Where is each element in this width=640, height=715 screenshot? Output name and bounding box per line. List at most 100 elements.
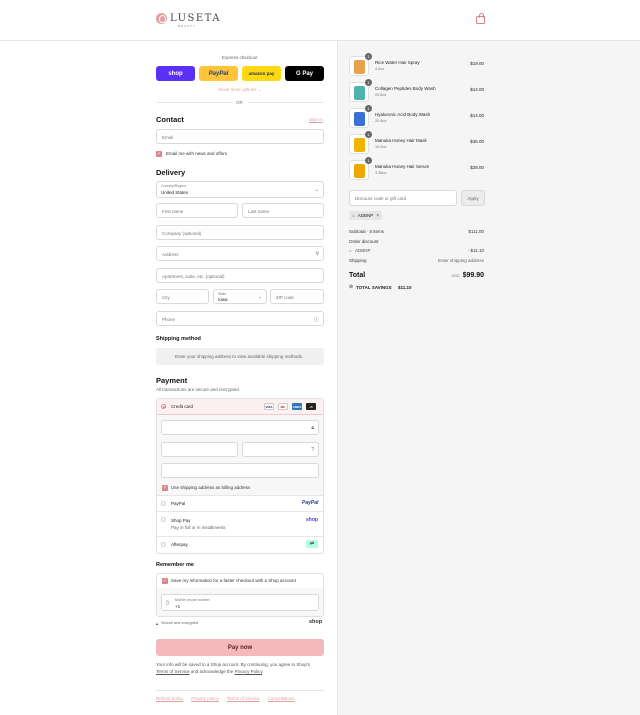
privacy-policy-footer-link[interactable]: Privacy policy [191,696,219,701]
tag-icon: ⌂ [352,213,355,218]
express-checkout-label: Express checkout [222,55,258,60]
address-placeholder: Address [162,252,179,257]
help-icon[interactable]: ? [311,447,314,453]
shop-pay-logo: shop [306,517,318,523]
shipping-method-notice: Enter your shipping address to view avai… [156,348,324,365]
afterpay-icon: ⇄ [306,540,318,548]
sign-in-link[interactable]: Sign in [309,117,323,122]
brand-logo[interactable]: LUSETA BEAUTY [156,12,222,28]
product-variant: 20.8oz [375,119,387,123]
quantity-badge: 1 [365,157,372,164]
cancellations-link[interactable]: Cancellations [268,696,295,701]
product-price: $28.00 [470,165,484,170]
remember-me-heading: Remember me [156,562,194,568]
expiration-field[interactable] [161,442,238,457]
address-field[interactable]: Address ⚲ [156,246,324,261]
mobile-phone-field[interactable]: ▯ Mobile phone number +1 [161,594,319,611]
product-image [354,60,365,74]
brand-sub: BEAUTY [178,24,197,28]
mastercard-icon: MC [278,403,288,410]
quantity-badge: 1 [365,131,372,138]
name-on-card-field[interactable] [161,463,319,478]
terms-end: . [262,669,264,674]
apply-button[interactable]: Apply [461,190,485,206]
apply-button-label: Apply [467,195,479,201]
subtotal-label: Subtotal · 5 items [349,229,385,234]
product-variant: 20.8oz [375,93,387,97]
product-name: Rice Water Hair Spray [375,60,420,65]
terms-line: Your info will be saved to a Shop accoun… [156,662,311,667]
news-checkbox-label: Email me with news and offers [166,151,227,156]
footer-divider [156,690,324,691]
billing-checkbox-label: Use shipping address as billing address [171,485,251,490]
first-name-field[interactable]: First name [156,203,238,218]
secure-label: Secure and encrypted [161,621,199,625]
remove-discount-icon[interactable]: × [376,213,379,219]
product-name: Manuka Honey Hair Mask [375,138,427,143]
pay-now-button[interactable]: Pay now [156,639,324,656]
brand-name: LUSETA [170,12,222,24]
help-icon[interactable]: ⓘ [314,316,319,323]
shop-pay-button[interactable]: shop [156,66,195,81]
discount-code-placeholder: Discount code or gift card [355,196,407,201]
mobile-phone-value: +1 [175,604,181,609]
product-variant: 4.5oz [375,67,385,71]
phone-field[interactable]: Phone ⓘ [156,311,324,326]
country-label: Country/Region [161,184,186,188]
pay-now-label: Pay now [227,644,253,651]
shop-pay-button-label: shop [168,70,183,77]
email-field[interactable]: Email [156,129,324,144]
shipping-method-heading: Shipping method [156,336,201,342]
zip-field[interactable]: ZIP code [270,289,324,304]
city-placeholder: City [162,295,170,300]
amazon-pay-button-label: amazon pay [248,71,275,76]
credit-card-radio[interactable] [161,404,166,409]
terms-of-service-link[interactable]: Terms of Service [156,669,190,674]
total-value-group: USD $99.90 [452,272,484,279]
last-name-field[interactable]: Last name [242,203,324,218]
product-name: Manuka Honey Hair Serum [375,164,430,169]
delivery-heading: Delivery [156,168,186,177]
product-image [354,164,365,178]
city-field[interactable]: City [156,289,209,304]
total-value: $99.90 [462,272,484,279]
discount-code-field[interactable]: Discount code or gift card [349,190,457,206]
company-field[interactable]: Company (optional) [156,225,324,240]
save-info-checkbox[interactable]: ✓ [162,578,168,584]
privacy-policy-link[interactable]: Privacy Policy [235,669,263,674]
order-discount-label: Order discount [349,239,379,244]
refund-policy-link[interactable]: Refund policy [156,696,183,701]
contact-heading: Contact [156,115,184,124]
more-cards-badge: +5 [306,403,316,410]
terms-mid: and acknowledge the [189,669,235,674]
security-code-field[interactable]: ? [242,442,319,457]
show-more-options-link[interactable]: Show more options ⌄ [218,87,262,93]
terms-of-service-footer-link[interactable]: Terms of service [227,696,260,701]
apartment-field[interactable]: Apartment, suite, etc. (optional) [156,268,324,283]
search-icon: ⚲ [315,251,319,257]
shop-pay-radio[interactable] [161,517,166,522]
shop-pay-option-label: Shop Pay [171,518,191,523]
shop-logo: shop [309,619,323,625]
discount-code-summary: ADBNP [355,248,371,253]
shopping-bag-icon[interactable] [476,13,485,24]
afterpay-radio[interactable] [161,542,166,547]
product-image [354,86,365,100]
google-pay-button[interactable]: G Pay [285,66,324,81]
payment-divider [157,495,323,496]
paypal-button[interactable]: PayPal [199,66,238,81]
visa-icon: VISA [264,403,274,410]
product-price: $14.00 [470,87,484,92]
amazon-pay-button[interactable]: amazon pay [242,66,281,81]
currency-code: USD [451,274,460,278]
country-select[interactable]: Country/Region United States ⌄ [156,181,324,198]
paypal-radio[interactable] [161,501,166,506]
discount-tag-code: ADBNP [357,213,374,218]
state-select[interactable]: State Iowa ⌄ [213,289,267,304]
subtotal-value: $111.00 [468,229,484,234]
billing-checkbox[interactable]: ✓ [162,485,168,491]
card-number-field[interactable]: 🔒︎ [161,420,319,435]
country-value: United States [161,190,189,195]
or-divider-label: OR [236,100,243,105]
news-checkbox[interactable]: ✓ [156,151,162,157]
